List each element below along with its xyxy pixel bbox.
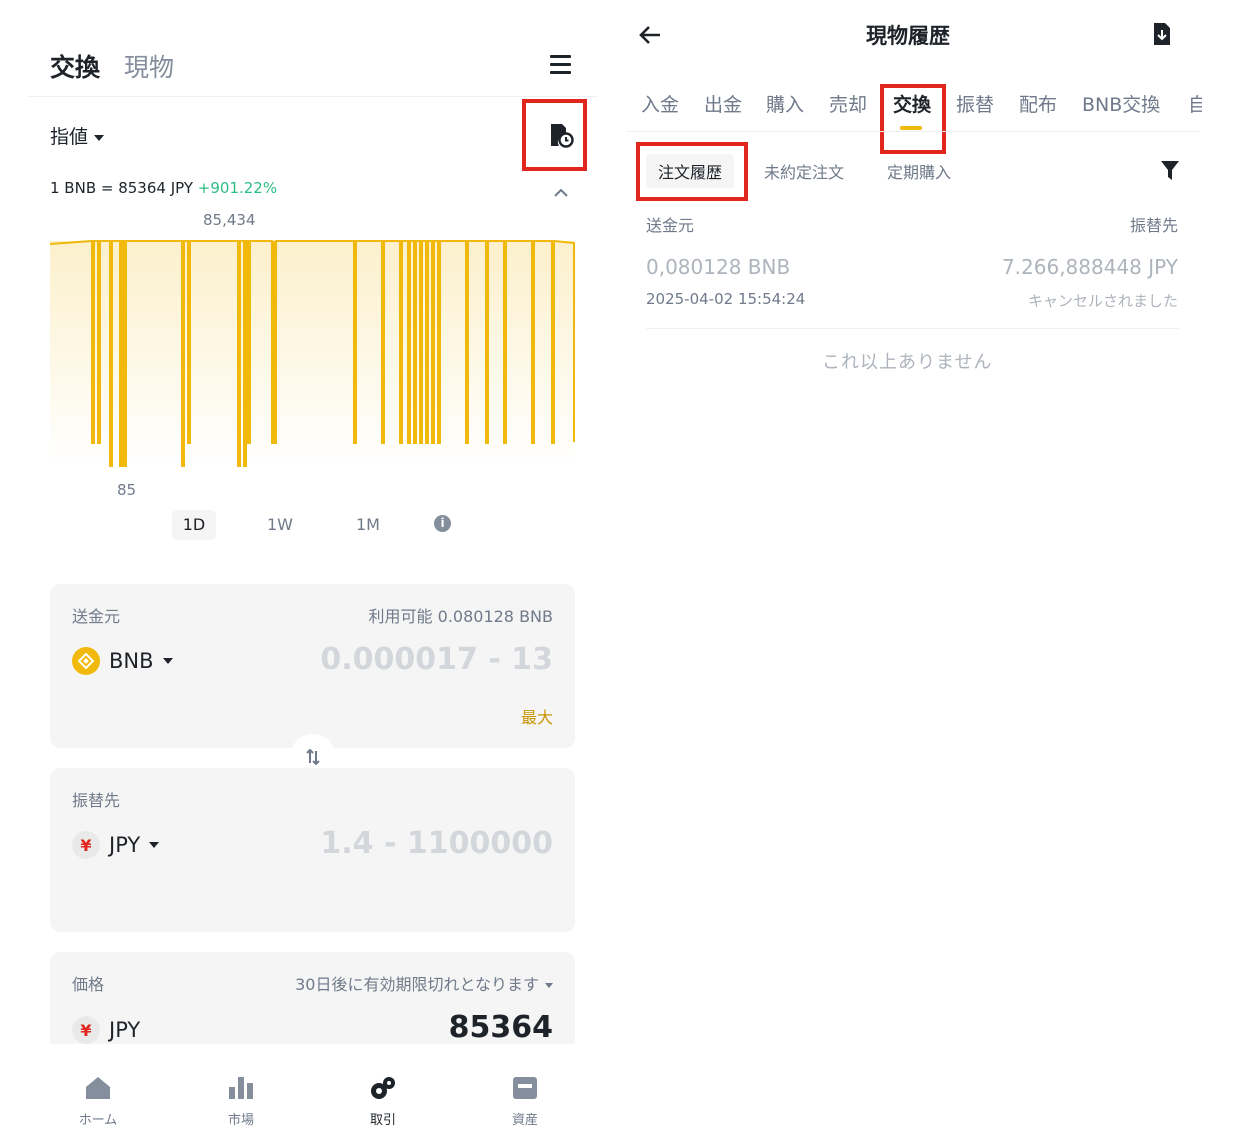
tab-withdraw[interactable]: 出金 (704, 90, 742, 117)
caret-down-icon (94, 134, 105, 141)
from-coin-selector[interactable]: BNB (72, 647, 173, 675)
caret-down-icon (162, 658, 173, 664)
market-icon (229, 1077, 253, 1099)
from-label: 送金元 (72, 607, 121, 626)
caret-down-icon (149, 842, 160, 848)
subtab-recurring[interactable]: 定期購入 (887, 159, 951, 183)
to-label: 振替先 (72, 791, 121, 810)
nav-home[interactable]: ホーム (48, 1075, 148, 1128)
chart-min-label: 85 (117, 481, 137, 499)
highlight-convert-tab (880, 84, 946, 154)
menu-icon[interactable] (550, 55, 571, 75)
record-divider (646, 328, 1179, 329)
tab-distribution[interactable]: 配布 (1019, 90, 1057, 117)
yen-icon: ¥ (72, 831, 100, 859)
trade-icon (371, 1077, 395, 1099)
col-to: 振替先 (1129, 216, 1178, 235)
back-arrow-icon[interactable] (638, 22, 664, 52)
to-coin-selector[interactable]: ¥ JPY (72, 831, 160, 859)
tab-spot[interactable]: 現物 (124, 48, 174, 84)
chart-area (50, 241, 574, 467)
nav-assets[interactable]: 資産 (475, 1075, 575, 1128)
nav-home-label: ホーム (78, 1113, 118, 1128)
page-title: 現物履歴 (866, 24, 950, 48)
record-from-amount: 0,080128 BNB (646, 255, 791, 279)
to-amount-input[interactable]: 1.4 - 1100000 (320, 826, 553, 861)
tab-transfer[interactable]: 振替 (956, 90, 994, 117)
nav-assets-label: 資産 (511, 1113, 538, 1128)
tabs-divider (626, 131, 1200, 132)
expiry-selector[interactable]: 30日後に有効期限切れとなります (295, 971, 553, 995)
range-1m[interactable]: 1M (346, 510, 390, 540)
from-coin-name: BNB (109, 649, 154, 673)
no-more-text: これ以上ありません (822, 352, 993, 373)
header-divider (28, 96, 598, 97)
to-coin-name: JPY (109, 833, 141, 857)
price-input[interactable]: 85364 (449, 1010, 553, 1044)
from-card: 送金元 利用可能 0.080128 BNB BNB 0.000017 - 13 … (50, 584, 575, 748)
price-label: 価格 (72, 975, 105, 994)
order-type-selector[interactable]: 指値 (50, 122, 105, 149)
tab-more[interactable]: 自 (1188, 90, 1202, 117)
tab-swap[interactable]: 交換 (50, 48, 100, 84)
nav-market-label: 市場 (227, 1113, 254, 1128)
subtab-open-orders[interactable]: 未約定注文 (764, 159, 844, 183)
tab-sell[interactable]: 売却 (829, 90, 867, 117)
price-chart (49, 239, 575, 467)
record-status: キャンセルされました (1027, 292, 1178, 310)
available-balance: 利用可能 0.080128 BNB (368, 607, 553, 626)
tab-deposit[interactable]: 入金 (641, 90, 679, 117)
home-icon (86, 1077, 110, 1099)
record-to-amount: 7.266,888448 JPY (1001, 255, 1178, 279)
highlight-order-history (636, 142, 748, 201)
highlight-history-icon (522, 99, 587, 171)
chevron-up-icon[interactable] (553, 183, 569, 202)
tab-buy[interactable]: 購入 (766, 90, 804, 117)
col-from: 送金元 (646, 216, 695, 235)
max-button[interactable]: 最大 (521, 704, 553, 728)
exchange-rate: 1 BNB = 85364 JPY +901.22% (50, 179, 277, 197)
chart-max-label: 85,434 (203, 211, 256, 229)
record-time: 2025-04-02 15:54:24 (646, 290, 806, 308)
from-amount-input[interactable]: 0.000017 - 13 (320, 642, 553, 677)
rate-change: +901.22% (197, 179, 278, 197)
bnb-icon (72, 647, 100, 675)
nav-trade[interactable]: 取引 (333, 1075, 433, 1128)
tab-bnb-convert[interactable]: BNB交換 (1082, 90, 1160, 117)
filter-icon[interactable] (1160, 160, 1180, 186)
range-1d[interactable]: 1D (172, 510, 216, 540)
rate-text: 1 BNB = 85364 JPY (50, 179, 194, 197)
download-icon[interactable] (1152, 22, 1172, 50)
info-icon[interactable]: i (434, 515, 451, 532)
price-coin: ¥ JPY (72, 1016, 140, 1044)
wallet-icon (513, 1077, 537, 1099)
nav-market[interactable]: 市場 (191, 1075, 291, 1128)
expiry-text: 30日後に有効期限切れとなります (295, 975, 539, 994)
price-coin-name: JPY (109, 1018, 141, 1042)
order-type-label: 指値 (50, 126, 89, 148)
to-card: 振替先 ¥ JPY 1.4 - 1100000 (50, 768, 575, 932)
range-1w[interactable]: 1W (258, 510, 302, 540)
price-card: 価格 30日後に有効期限切れとなります ¥ JPY 85364 (50, 952, 575, 1044)
nav-trade-label: 取引 (369, 1113, 396, 1128)
yen-icon: ¥ (72, 1016, 100, 1044)
caret-down-icon (545, 983, 553, 988)
